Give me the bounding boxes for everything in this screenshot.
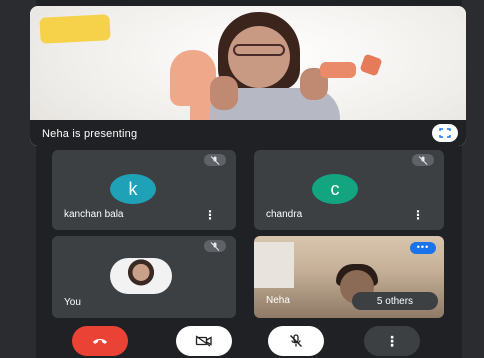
participant-tile-kanchan-bala[interactable]: k kanchan bala ⋮ bbox=[52, 150, 236, 230]
presenter-hand-left bbox=[210, 76, 238, 110]
presenter-tile[interactable]: Neha is presenting bbox=[30, 6, 466, 146]
brand-logo bbox=[39, 14, 111, 44]
participant-tile-chandra[interactable]: c chandra ⋮ bbox=[254, 150, 444, 230]
mic-off-icon bbox=[210, 241, 220, 251]
more-vert-icon: ⋮ bbox=[385, 332, 399, 349]
phone-hangup-icon bbox=[93, 339, 107, 344]
presenter-glasses bbox=[233, 44, 285, 56]
fullscreen-button[interactable] bbox=[432, 124, 458, 142]
more-vert-icon[interactable]: ⋮ bbox=[204, 209, 216, 221]
participant-name: chandra bbox=[266, 209, 303, 220]
camera-off-icon bbox=[195, 335, 212, 347]
avatar: k bbox=[110, 174, 156, 204]
presenter-face bbox=[228, 26, 290, 88]
presenting-caption: Neha is presenting bbox=[42, 128, 138, 140]
participant-name: Neha bbox=[266, 295, 290, 306]
self-avatar-photo bbox=[110, 258, 172, 294]
fullscreen-icon bbox=[439, 128, 451, 138]
more-vert-icon[interactable]: ⋮ bbox=[412, 209, 424, 221]
participant-tile-neha[interactable]: ••• Neha 5 others bbox=[254, 236, 444, 318]
participant-tile-you[interactable]: You bbox=[52, 236, 236, 318]
others-button[interactable]: 5 others bbox=[352, 292, 438, 310]
mic-off-icon bbox=[418, 155, 428, 165]
participant-name: You bbox=[64, 297, 81, 308]
mic-off-icon bbox=[210, 155, 220, 165]
avatar: c bbox=[312, 174, 358, 204]
mic-off-badge bbox=[204, 240, 226, 252]
finger-puppet bbox=[320, 62, 356, 78]
more-horiz-icon[interactable]: ••• bbox=[410, 242, 436, 254]
end-call-button[interactable] bbox=[72, 326, 128, 356]
camera-toggle-button[interactable] bbox=[176, 326, 232, 356]
microphone-toggle-button[interactable] bbox=[268, 326, 324, 356]
mic-off-badge bbox=[412, 154, 434, 166]
more-options-button[interactable]: ⋮ bbox=[364, 326, 420, 356]
background-shelf bbox=[254, 242, 294, 288]
participant-name: kanchan bala bbox=[64, 209, 124, 220]
mic-off-badge bbox=[204, 154, 226, 166]
mic-off-icon bbox=[290, 334, 302, 347]
